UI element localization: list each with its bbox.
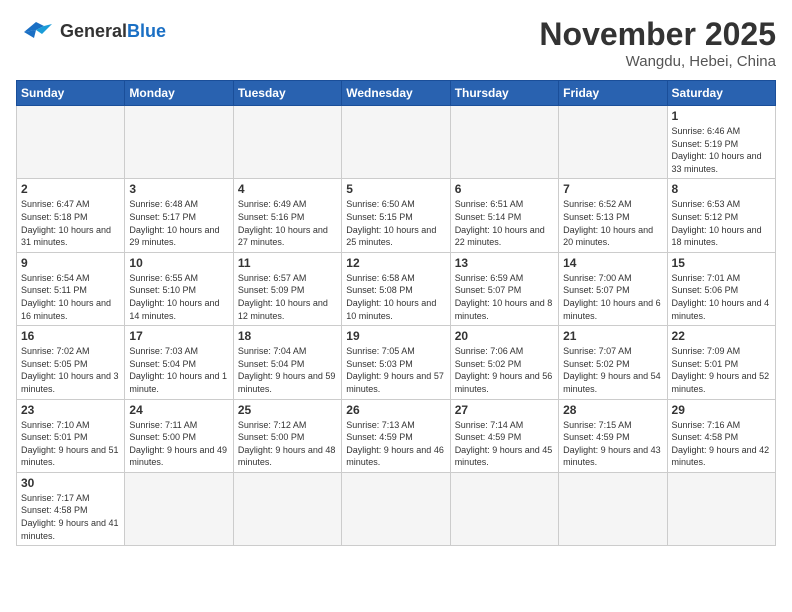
header-saturday: Saturday: [667, 81, 775, 106]
month-title: November 2025: [539, 16, 776, 53]
empty-cell: [17, 106, 125, 179]
empty-cell: [342, 472, 450, 545]
empty-cell: [450, 106, 558, 179]
day-28: 28 Sunrise: 7:15 AMSunset: 4:59 PMDaylig…: [559, 399, 667, 472]
header-sunday: Sunday: [17, 81, 125, 106]
day-3: 3 Sunrise: 6:48 AMSunset: 5:17 PMDayligh…: [125, 179, 233, 252]
day-5: 5 Sunrise: 6:50 AMSunset: 5:15 PMDayligh…: [342, 179, 450, 252]
empty-cell: [233, 106, 341, 179]
header-tuesday: Tuesday: [233, 81, 341, 106]
day-9: 9 Sunrise: 6:54 AMSunset: 5:11 PMDayligh…: [17, 252, 125, 325]
empty-cell: [559, 472, 667, 545]
week-row-6: 30 Sunrise: 7:17 AMSunset: 4:58 PMDaylig…: [17, 472, 776, 545]
header-thursday: Thursday: [450, 81, 558, 106]
day-4: 4 Sunrise: 6:49 AMSunset: 5:16 PMDayligh…: [233, 179, 341, 252]
day-30: 30 Sunrise: 7:17 AMSunset: 4:58 PMDaylig…: [17, 472, 125, 545]
day-25: 25 Sunrise: 7:12 AMSunset: 5:00 PMDaylig…: [233, 399, 341, 472]
day-16: 16 Sunrise: 7:02 AMSunset: 5:05 PMDaylig…: [17, 326, 125, 399]
week-row-2: 2 Sunrise: 6:47 AMSunset: 5:18 PMDayligh…: [17, 179, 776, 252]
empty-cell: [559, 106, 667, 179]
day-24: 24 Sunrise: 7:11 AMSunset: 5:00 PMDaylig…: [125, 399, 233, 472]
day-8: 8 Sunrise: 6:53 AMSunset: 5:12 PMDayligh…: [667, 179, 775, 252]
empty-cell: [667, 472, 775, 545]
day-26: 26 Sunrise: 7:13 AMSunset: 4:59 PMDaylig…: [342, 399, 450, 472]
day-7: 7 Sunrise: 6:52 AMSunset: 5:13 PMDayligh…: [559, 179, 667, 252]
day-15: 15 Sunrise: 7:01 AMSunset: 5:06 PMDaylig…: [667, 252, 775, 325]
day-20: 20 Sunrise: 7:06 AMSunset: 5:02 PMDaylig…: [450, 326, 558, 399]
day-18: 18 Sunrise: 7:04 AMSunset: 5:04 PMDaylig…: [233, 326, 341, 399]
day-11: 11 Sunrise: 6:57 AMSunset: 5:09 PMDaylig…: [233, 252, 341, 325]
header-wednesday: Wednesday: [342, 81, 450, 106]
page-header: GeneralBlue November 2025 Wangdu, Hebei,…: [16, 16, 776, 70]
day-13: 13 Sunrise: 6:59 AMSunset: 5:07 PMDaylig…: [450, 252, 558, 325]
header-friday: Friday: [559, 81, 667, 106]
day-17: 17 Sunrise: 7:03 AMSunset: 5:04 PMDaylig…: [125, 326, 233, 399]
day-23: 23 Sunrise: 7:10 AMSunset: 5:01 PMDaylig…: [17, 399, 125, 472]
day-6: 6 Sunrise: 6:51 AMSunset: 5:14 PMDayligh…: [450, 179, 558, 252]
day-21: 21 Sunrise: 7:07 AMSunset: 5:02 PMDaylig…: [559, 326, 667, 399]
week-row-4: 16 Sunrise: 7:02 AMSunset: 5:05 PMDaylig…: [17, 326, 776, 399]
empty-cell: [342, 106, 450, 179]
week-row-3: 9 Sunrise: 6:54 AMSunset: 5:11 PMDayligh…: [17, 252, 776, 325]
weekday-header-row: Sunday Monday Tuesday Wednesday Thursday…: [17, 81, 776, 106]
day-1: 1 Sunrise: 6:46 AMSunset: 5:19 PMDayligh…: [667, 106, 775, 179]
empty-cell: [125, 106, 233, 179]
header-monday: Monday: [125, 81, 233, 106]
logo-icon: [16, 16, 56, 48]
logo-text: GeneralBlue: [60, 22, 166, 42]
location: Wangdu, Hebei, China: [539, 53, 776, 70]
day-14: 14 Sunrise: 7:00 AMSunset: 5:07 PMDaylig…: [559, 252, 667, 325]
day-19: 19 Sunrise: 7:05 AMSunset: 5:03 PMDaylig…: [342, 326, 450, 399]
empty-cell: [125, 472, 233, 545]
day-29: 29 Sunrise: 7:16 AMSunset: 4:58 PMDaylig…: [667, 399, 775, 472]
day-10: 10 Sunrise: 6:55 AMSunset: 5:10 PMDaylig…: [125, 252, 233, 325]
day-27: 27 Sunrise: 7:14 AMSunset: 4:59 PMDaylig…: [450, 399, 558, 472]
day-2: 2 Sunrise: 6:47 AMSunset: 5:18 PMDayligh…: [17, 179, 125, 252]
empty-cell: [233, 472, 341, 545]
week-row-5: 23 Sunrise: 7:10 AMSunset: 5:01 PMDaylig…: [17, 399, 776, 472]
calendar-table: Sunday Monday Tuesday Wednesday Thursday…: [16, 80, 776, 546]
day-12: 12 Sunrise: 6:58 AMSunset: 5:08 PMDaylig…: [342, 252, 450, 325]
title-block: November 2025 Wangdu, Hebei, China: [539, 16, 776, 70]
empty-cell: [450, 472, 558, 545]
day-22: 22 Sunrise: 7:09 AMSunset: 5:01 PMDaylig…: [667, 326, 775, 399]
week-row-1: 1 Sunrise: 6:46 AMSunset: 5:19 PMDayligh…: [17, 106, 776, 179]
logo: GeneralBlue: [16, 16, 166, 48]
